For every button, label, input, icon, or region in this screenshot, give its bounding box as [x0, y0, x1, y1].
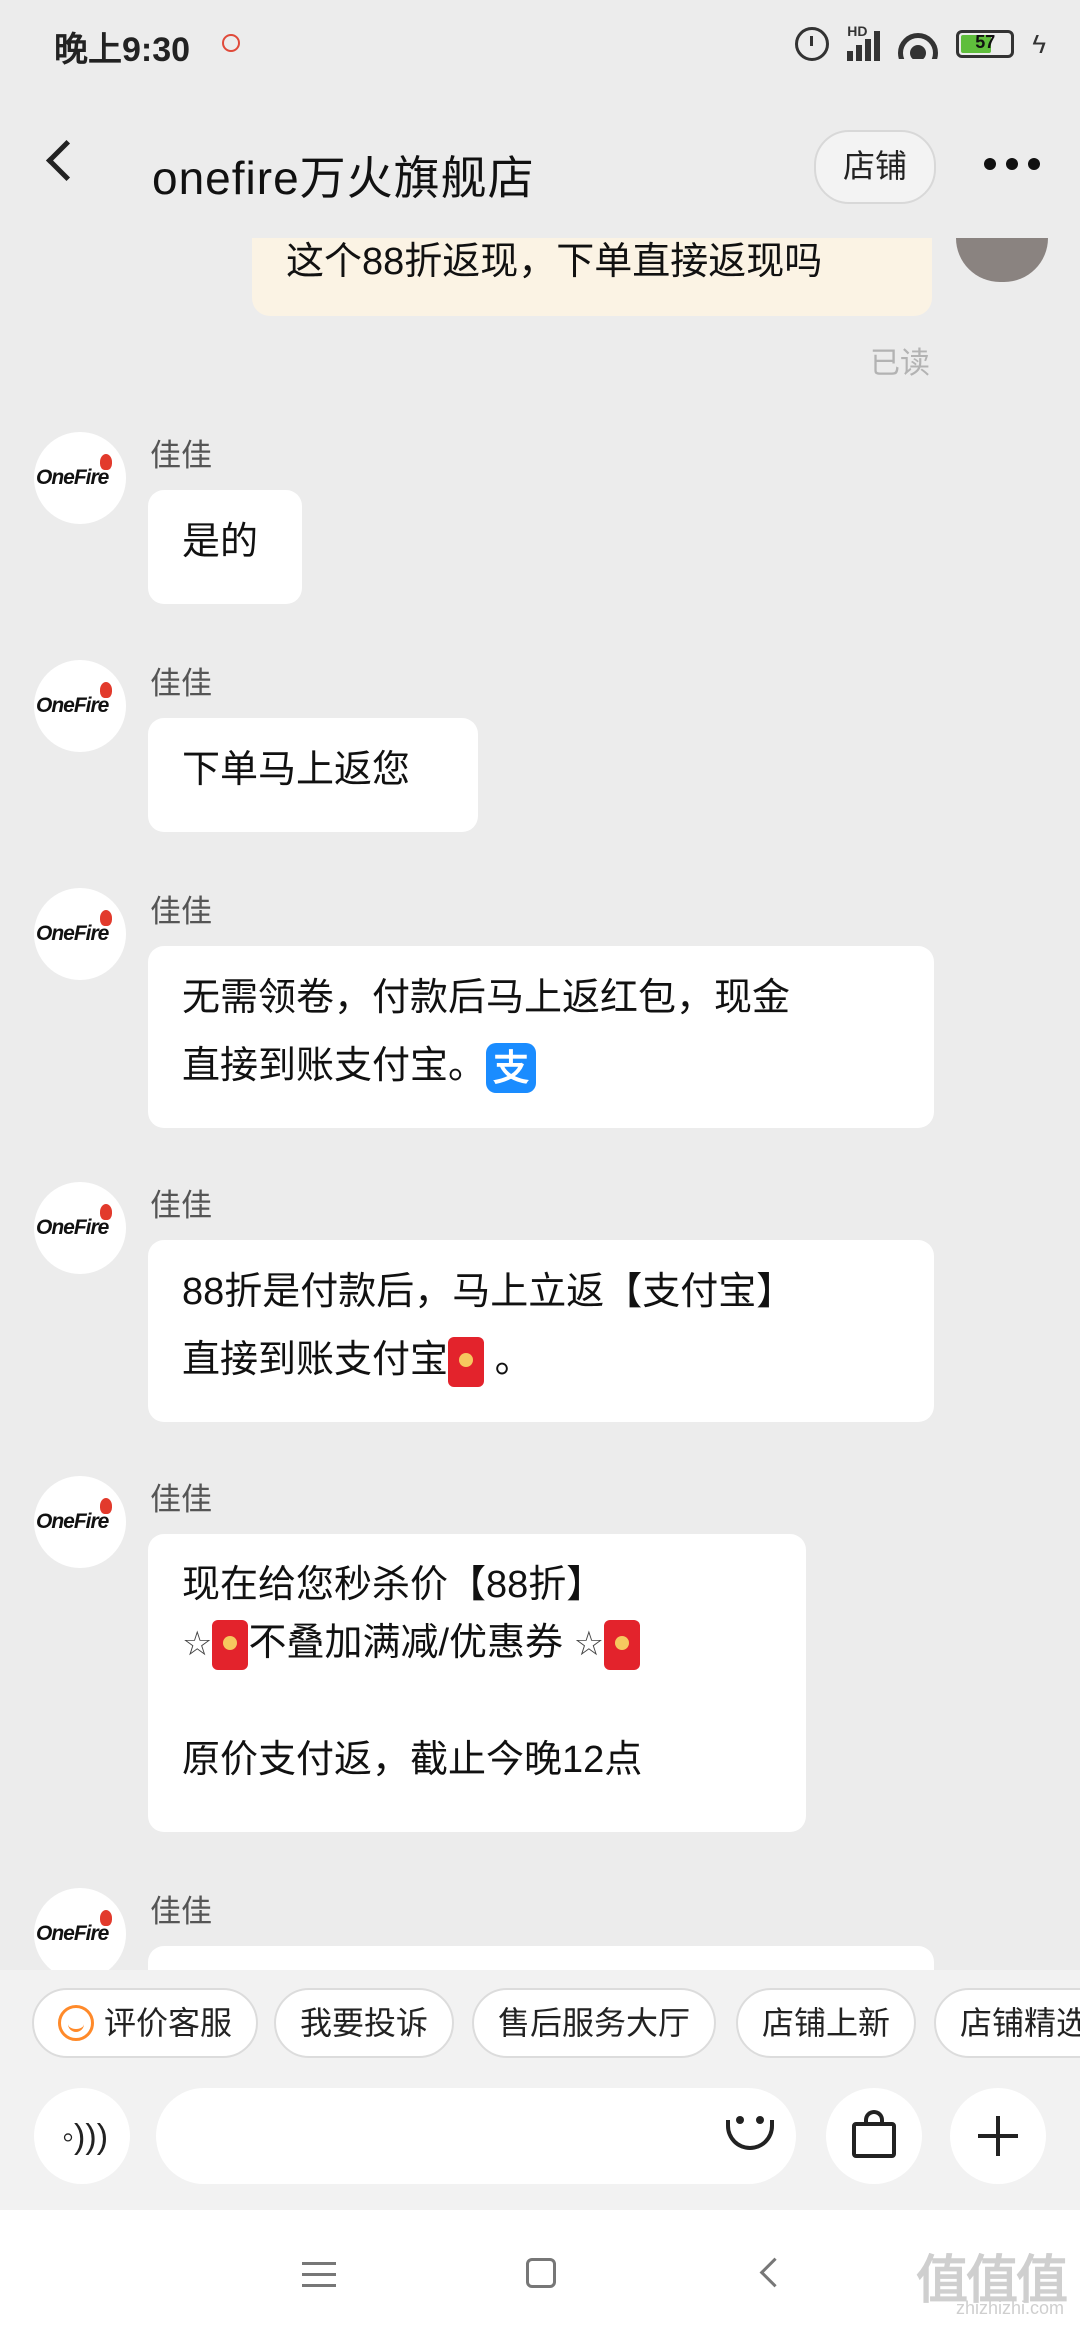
avatar[interactable]: OneFire	[34, 1888, 126, 1970]
message-line: 直接到账支付宝	[182, 1339, 449, 1381]
message-line: 不叠加满减/优惠券	[248, 1622, 564, 1664]
watermark-url: zhizhizhi.com	[955, 2298, 1064, 2318]
nav-back-icon[interactable]	[759, 2257, 790, 2288]
message-bubble[interactable]: 现在给您秒杀价【88折】 ☆ 不叠加满减/优惠券 ☆ 原价支付返，截止今晚12点	[148, 1534, 806, 1832]
menu-icon[interactable]	[302, 2262, 336, 2288]
star-icon: ☆	[182, 1625, 213, 1663]
emoji-icon[interactable]	[722, 2106, 778, 2162]
message-line: 无需领卷，付款后马上返红包，现金	[182, 977, 791, 1019]
input-bar: ◦)))	[0, 2070, 1080, 2210]
read-status: 已读	[870, 347, 930, 380]
my-avatar[interactable]	[956, 238, 1048, 282]
flame-icon	[100, 454, 112, 470]
status-icons: HD 57 ϟ	[795, 22, 1046, 66]
charging-icon: ϟ	[1032, 28, 1046, 59]
quick-reply-complain[interactable]: 我要投诉	[274, 1988, 455, 2058]
chat-header: onefire万火旗舰店 店铺	[0, 118, 1080, 218]
flame-icon	[100, 1498, 112, 1514]
shopping-bag-button[interactable]	[826, 2088, 922, 2184]
hd-label: HD	[847, 23, 868, 39]
message-bubble[interactable]: 是的	[148, 490, 302, 604]
voice-icon: ◦)))	[62, 2118, 109, 2156]
sender-name: 佳佳	[150, 1482, 212, 1517]
smile-icon	[58, 2004, 94, 2041]
message-bubble[interactable]: 无需领卷，付款后马上返红包，现金 直接到账支付宝。支	[148, 946, 934, 1128]
red-packet-icon	[604, 1619, 641, 1670]
alarm-icon	[795, 27, 830, 61]
quick-reply-new-arrivals[interactable]: 店铺上新	[736, 1988, 917, 2058]
flame-icon	[100, 682, 112, 698]
sender-name: 佳佳	[150, 666, 212, 701]
battery-level: 57	[975, 32, 996, 52]
flame-icon	[100, 1204, 112, 1220]
sender-name: 佳佳	[150, 1894, 212, 1929]
quick-reply-after-sales[interactable]: 售后服务大厅	[472, 1988, 717, 2058]
my-message-bubble: 这个88折返现，下单直接返现吗	[252, 238, 932, 316]
wifi-icon	[898, 29, 939, 59]
message-line: 现在给您秒杀价【88折】	[182, 1564, 605, 1606]
battery-icon: 57	[956, 30, 1015, 58]
star-icon: ☆	[573, 1625, 605, 1663]
red-packet-icon	[212, 1619, 249, 1670]
message-line: 88折是付款后，马上立返【支付宝】	[182, 1271, 795, 1313]
quick-reply-bar: 评价客服 我要投诉 售后服务大厅 店铺上新 店铺精选	[0, 1970, 1080, 2070]
notification-dot-icon	[222, 34, 240, 52]
avatar[interactable]: OneFire	[34, 1476, 126, 1568]
shop-button[interactable]: 店铺	[814, 130, 936, 204]
message-bubble[interactable]: 下单马上返您	[148, 718, 478, 832]
quick-reply-featured[interactable]: 店铺精选	[934, 1988, 1080, 2058]
message-input[interactable]	[156, 2088, 796, 2184]
alipay-icon: 支	[486, 1042, 537, 1093]
status-bar: 晚上9:30 HD 57 ϟ	[0, 0, 1080, 90]
flame-icon	[100, 910, 112, 926]
message-bubble[interactable]: 88折是付款后，马上立返【支付宝】 直接到账支付宝 。	[148, 1240, 934, 1422]
shopping-bag-icon	[852, 2110, 896, 2158]
quick-reply-rate-service[interactable]: 评价客服	[32, 1988, 259, 2058]
sender-name: 佳佳	[150, 438, 212, 473]
avatar[interactable]: OneFire	[34, 1182, 126, 1274]
avatar[interactable]: OneFire	[34, 888, 126, 980]
voice-button[interactable]: ◦)))	[34, 2088, 130, 2184]
message-line: 直接到账支付宝。	[182, 1045, 487, 1087]
flame-icon	[100, 1910, 112, 1926]
home-icon[interactable]	[526, 2258, 556, 2288]
message-line: 原价支付返，截止今晚12点	[182, 1739, 643, 1781]
avatar[interactable]: OneFire	[34, 660, 126, 752]
more-icon[interactable]	[984, 158, 1040, 172]
signal-icon: HD	[847, 23, 881, 61]
chat-area[interactable]: 这个88折返现，下单直接返现吗 已读 OneFire 佳佳 是的 OneFire…	[0, 238, 1080, 1970]
plus-button[interactable]	[950, 2088, 1046, 2184]
message-line-tail: 。	[494, 1339, 533, 1381]
system-nav-bar: 值值值 zhizhizhi.com	[0, 2210, 1080, 2340]
message-bubble[interactable]	[148, 1946, 934, 1970]
sender-name: 佳佳	[150, 894, 212, 929]
page-title: onefire万火旗舰店	[152, 152, 535, 204]
sender-name: 佳佳	[150, 1188, 212, 1223]
back-arrow-icon[interactable]	[45, 139, 88, 182]
status-time: 晚上9:30	[54, 31, 191, 69]
avatar[interactable]: OneFire	[34, 432, 126, 524]
red-packet-icon	[448, 1336, 485, 1387]
